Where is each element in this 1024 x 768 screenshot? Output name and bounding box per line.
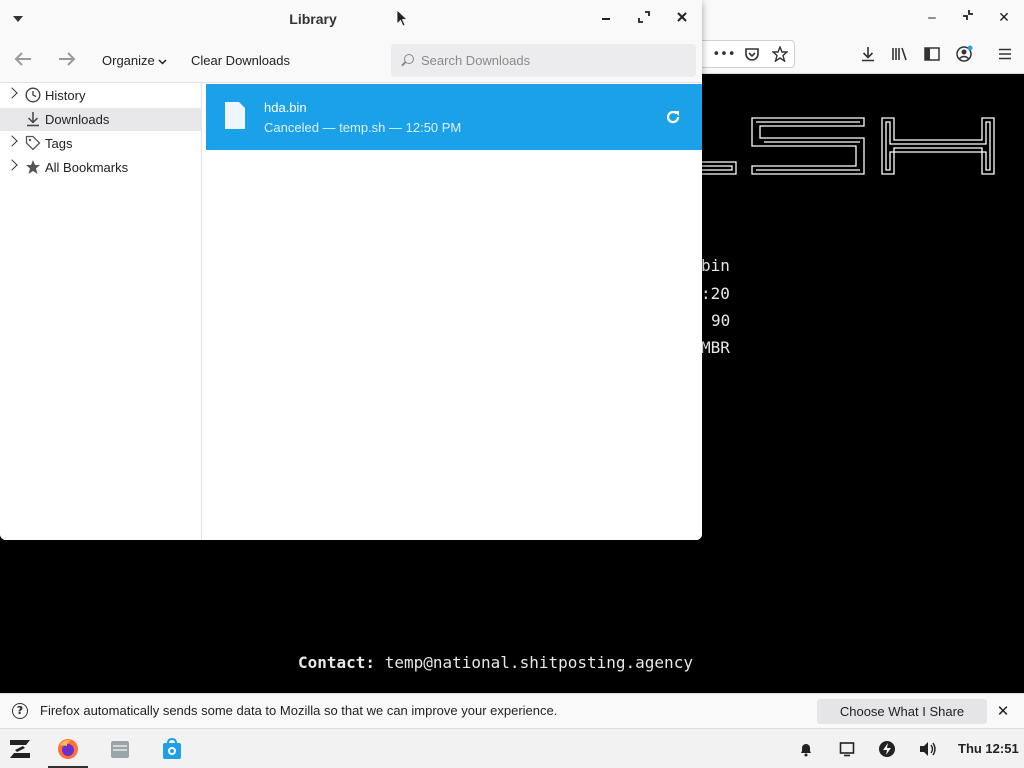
tag-icon <box>25 135 41 151</box>
firefox-restore-button[interactable] <box>958 8 978 28</box>
contact-line: Contact: temp@national.shitposting.agenc… <box>298 653 693 672</box>
forward-arrow-icon <box>59 52 76 66</box>
sidebar-item-history[interactable]: History <box>0 84 202 107</box>
power-bolt-icon[interactable] <box>877 739 897 759</box>
minimize-icon <box>602 18 610 20</box>
display-icon[interactable] <box>837 739 857 759</box>
close-icon <box>677 12 687 22</box>
ascii-logo <box>700 117 995 175</box>
expand-chevron-icon[interactable] <box>6 159 18 171</box>
organize-menu-button[interactable]: Organize <box>102 53 167 68</box>
sidebar-toggle-icon[interactable] <box>920 43 944 65</box>
back-arrow-icon <box>14 52 31 66</box>
sidebar-item-label: History <box>45 88 86 103</box>
organize-label: Organize <box>102 53 155 68</box>
chevron-down-icon <box>158 59 167 65</box>
clear-downloads-button[interactable]: Clear Downloads <box>191 53 290 68</box>
sidebar-item-downloads[interactable]: Downloads <box>0 108 202 131</box>
expand-chevron-icon[interactable] <box>6 135 18 147</box>
clock-icon <box>25 87 41 103</box>
software-store-icon[interactable] <box>160 737 184 761</box>
minimize-button[interactable] <box>597 10 615 28</box>
downloads-list: hda.bin Canceled — temp.sh — 12:50 PM <box>203 83 702 540</box>
library-toolbar: Organize Clear Downloads <box>0 38 702 83</box>
retry-icon[interactable] <box>664 108 682 126</box>
zorin-menu-icon[interactable] <box>7 737 31 761</box>
sidebar-item-label: Tags <box>45 136 73 151</box>
pocket-icon[interactable] <box>740 43 764 65</box>
close-button[interactable] <box>673 10 691 28</box>
window-title: Library <box>289 11 337 27</box>
sidebar-item-label: All Bookmarks <box>45 160 129 175</box>
search-box[interactable] <box>391 44 696 77</box>
download-item[interactable]: hda.bin Canceled — temp.sh — 12:50 PM <box>206 84 702 150</box>
clock[interactable]: Thu 12:51 <box>958 741 1019 756</box>
files-app-icon[interactable] <box>108 737 132 761</box>
page-actions-icon[interactable]: ••• <box>712 43 736 65</box>
choose-what-i-share-button[interactable]: Choose What I Share <box>817 699 987 724</box>
library-sidebar: History Downloads Tags All Bookmarks <box>0 83 202 540</box>
account-icon[interactable] <box>952 43 976 65</box>
hamburger-menu-icon[interactable] <box>993 43 1017 65</box>
data-reporting-notification: ? Firefox automatically sends some data … <box>0 693 1024 728</box>
download-icon <box>25 111 41 127</box>
volume-icon[interactable] <box>918 739 938 759</box>
sidebar-item-tags[interactable]: Tags <box>0 132 202 155</box>
mouse-cursor-icon <box>396 9 408 27</box>
help-icon: ? <box>12 703 28 719</box>
terminal-fragment: 90 <box>711 311 731 330</box>
forward-button[interactable] <box>55 51 79 71</box>
maximize-icon <box>638 11 650 23</box>
maximize-button[interactable] <box>635 10 653 28</box>
sidebar-item-all-bookmarks[interactable]: All Bookmarks <box>0 156 202 179</box>
notification-text: Firefox automatically sends some data to… <box>40 703 558 718</box>
library-icon[interactable] <box>888 43 912 65</box>
firefox-minimize-button[interactable]: ‒ <box>922 8 942 28</box>
search-input[interactable] <box>421 50 686 71</box>
file-icon <box>225 102 245 129</box>
taskbar: Thu 12:51 <box>0 728 1024 768</box>
contact-email-link[interactable]: temp@national.shitposting.agency <box>385 653 693 672</box>
sidebar-item-label: Downloads <box>45 112 110 127</box>
contact-label: Contact: <box>298 653 376 672</box>
terminal-fragment: :20 <box>701 284 730 303</box>
downloads-icon[interactable] <box>856 43 880 65</box>
bookmark-star-icon[interactable] <box>768 43 792 65</box>
search-icon <box>404 54 414 64</box>
download-status: Canceled — temp.sh — 12:50 PM <box>264 120 462 135</box>
close-icon[interactable]: ✕ <box>993 701 1013 721</box>
library-window: Library Organize Clear Downloads Search … <box>0 0 702 540</box>
notifications-bell-icon[interactable] <box>796 739 816 759</box>
star-icon <box>25 159 41 175</box>
back-button[interactable] <box>11 51 35 71</box>
library-titlebar: Library <box>0 0 702 38</box>
restore-icon <box>963 10 973 20</box>
firefox-app-icon[interactable] <box>56 737 80 761</box>
terminal-fragment: MBR <box>701 338 730 357</box>
expand-chevron-icon[interactable] <box>6 87 18 99</box>
terminal-fragment: bin <box>701 256 730 275</box>
firefox-close-button[interactable]: ✕ <box>994 8 1014 28</box>
download-filename: hda.bin <box>264 100 307 115</box>
